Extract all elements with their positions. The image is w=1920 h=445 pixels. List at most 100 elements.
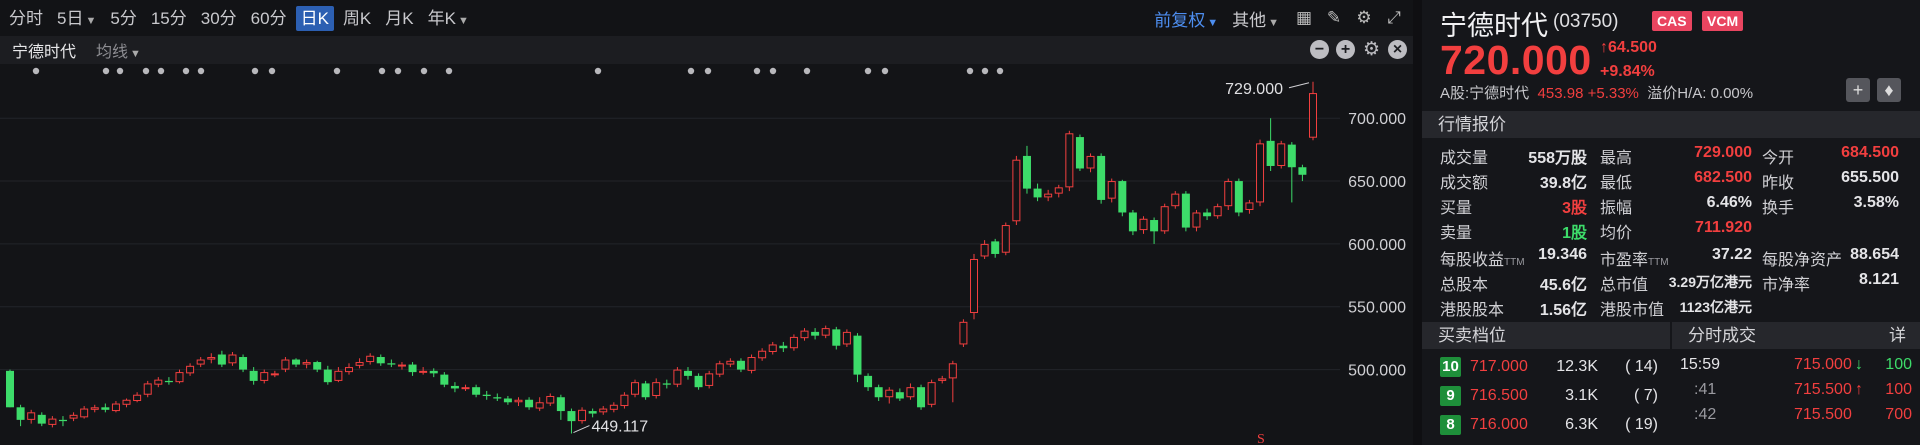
candle[interactable] [1012, 155, 1021, 226]
event-dot[interactable] [268, 67, 276, 75]
candle[interactable] [641, 380, 650, 400]
candle[interactable] [1118, 179, 1127, 217]
order-book-row[interactable]: 8 716.000 6.3K ( 19) [1422, 413, 1670, 438]
candle[interactable] [239, 354, 248, 373]
event-dot[interactable] [333, 67, 341, 75]
order-book-row[interactable]: 9 716.500 3.1K ( 7) [1422, 384, 1670, 409]
quote-value: 711.920 [1695, 219, 1752, 236]
indicator-dropdown[interactable]: 均线 ▼ [96, 38, 141, 62]
fundamental-value: 8.121 [1858, 271, 1899, 288]
period-30min[interactable]: 30分 [196, 6, 242, 31]
candle[interactable] [842, 329, 851, 347]
event-dot[interactable] [996, 67, 1004, 75]
event-dot[interactable] [966, 67, 974, 75]
fundamental-label: 总股本 [1440, 277, 1489, 294]
fundamental-value: 37.22 [1711, 246, 1752, 263]
candle-body [366, 355, 375, 363]
candle[interactable] [1065, 130, 1074, 192]
alert-bell-icon[interactable]: ♦ [1877, 78, 1901, 102]
settings-icon[interactable]: ⚙ [1353, 7, 1375, 29]
event-dot[interactable] [197, 67, 205, 75]
period-yearly-label: 年K [427, 8, 456, 28]
event-dot[interactable] [981, 67, 989, 75]
event-dot[interactable] [142, 67, 150, 75]
event-dot[interactable] [102, 67, 110, 75]
candle-body [450, 385, 459, 389]
candle[interactable] [1277, 140, 1286, 169]
candlestick-chart[interactable]: 700.000 650.000 600.000 550.000 500.000 729.… [0, 64, 1413, 445]
candle-body [408, 364, 417, 373]
candle[interactable] [1097, 153, 1106, 204]
candle[interactable] [927, 379, 936, 408]
event-dot[interactable] [116, 67, 124, 75]
candle-body [503, 398, 512, 403]
event-dot[interactable] [394, 67, 402, 75]
candle-body [525, 399, 534, 408]
period-weekly[interactable]: 周K [338, 6, 376, 31]
gear-icon[interactable]: ⚙ [1362, 40, 1381, 59]
candle[interactable] [631, 379, 640, 398]
quote-label: 今开 [1762, 150, 1795, 167]
candle[interactable] [747, 354, 756, 374]
add-watchlist-button[interactable]: + [1846, 78, 1870, 102]
period-5min[interactable]: 5分 [105, 6, 141, 31]
quote-section-title: 行情报价 [1438, 115, 1506, 134]
candle[interactable] [1001, 222, 1010, 256]
fullscreen-icon[interactable]: ⤢ [1383, 7, 1405, 29]
event-dot[interactable] [445, 67, 453, 75]
chevron-down-icon: ▼ [1207, 16, 1219, 29]
candle[interactable] [970, 253, 979, 320]
candle[interactable] [959, 319, 968, 347]
close-icon[interactable]: × [1388, 40, 1407, 59]
candle[interactable] [6, 369, 14, 408]
order-book-row[interactable]: 10 717.000 12.3K ( 14) [1422, 355, 1670, 380]
event-dot[interactable] [594, 67, 602, 75]
event-dot[interactable] [803, 67, 811, 75]
bid-price: 716.000 [1470, 416, 1528, 433]
adjust-dropdown[interactable]: 前复权 ▼ [1154, 6, 1218, 31]
period-60min[interactable]: 60分 [246, 6, 292, 31]
candle[interactable] [1075, 134, 1084, 172]
period-monthly[interactable]: 月K [380, 6, 418, 31]
event-dot[interactable] [687, 67, 695, 75]
event-dot[interactable] [704, 67, 712, 75]
event-dot[interactable] [182, 67, 190, 75]
candle[interactable] [1181, 191, 1190, 232]
event-dot[interactable] [251, 67, 259, 75]
candle-body [980, 243, 989, 257]
candle[interactable] [917, 384, 926, 410]
zoom-in-icon[interactable]: + [1336, 40, 1355, 59]
candle[interactable] [1128, 209, 1137, 236]
period-5day[interactable]: 5日 ▼ [52, 6, 101, 31]
candle[interactable] [673, 367, 682, 388]
event-dot[interactable] [378, 67, 386, 75]
zoom-out-icon[interactable]: − [1310, 40, 1329, 59]
candle[interactable] [705, 370, 714, 389]
candle-body [493, 397, 502, 399]
event-dot[interactable] [157, 67, 165, 75]
period-daily[interactable]: 日K [295, 5, 334, 31]
candle-body [906, 387, 915, 398]
candle[interactable] [1224, 178, 1233, 210]
candle-body [1054, 187, 1063, 194]
event-dot[interactable] [769, 67, 777, 75]
event-dot[interactable] [32, 67, 40, 75]
period-1min[interactable]: 分时 [4, 6, 48, 31]
period-yearly[interactable]: 年K ▼ [423, 6, 474, 31]
event-dot[interactable] [881, 67, 889, 75]
other-dropdown[interactable]: 其他 ▼ [1232, 6, 1279, 31]
candle[interactable] [1256, 139, 1265, 207]
candle[interactable] [1160, 203, 1169, 234]
event-dot[interactable] [420, 67, 428, 75]
event-dot[interactable] [753, 67, 761, 75]
candle-body [1086, 155, 1095, 169]
tick-volume: 100 [1885, 356, 1912, 373]
ticks-detail-button[interactable]: 详 [1889, 322, 1906, 349]
candle-body [991, 241, 1000, 254]
period-15min[interactable]: 15分 [146, 6, 192, 31]
candle[interactable] [1234, 178, 1243, 217]
candle[interactable] [1171, 191, 1180, 209]
grid-layout-icon[interactable]: ▦ [1293, 7, 1315, 29]
event-dot[interactable] [864, 67, 872, 75]
draw-pen-icon[interactable]: ✎ [1323, 7, 1345, 29]
